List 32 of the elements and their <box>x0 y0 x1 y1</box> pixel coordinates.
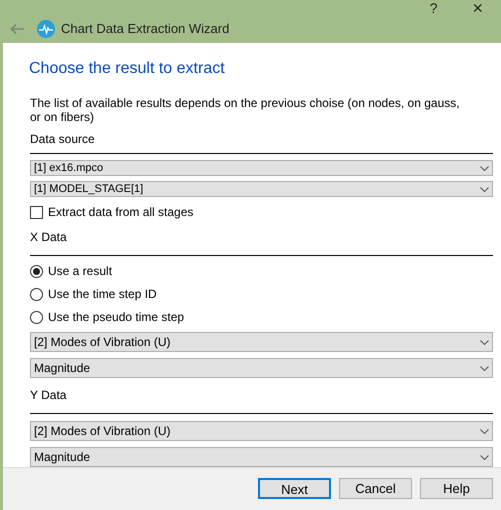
close-button[interactable]: × <box>472 0 483 16</box>
dropdown[interactable]: [1] MODEL_STAGE[1] <box>30 181 493 197</box>
dialog-button[interactable]: Cancel <box>339 478 412 498</box>
dropdown[interactable]: Magnitude <box>30 447 493 467</box>
radio-option[interactable]: Use the time step ID <box>30 285 493 303</box>
chevron-down-icon <box>480 454 489 460</box>
dropdown[interactable]: [1] ex16.mpco <box>30 160 493 176</box>
chevron-down-icon <box>480 428 489 434</box>
chevron-down-icon <box>480 166 489 170</box>
radio-option[interactable]: Use a result <box>30 262 493 280</box>
dropdown[interactable]: Magnitude <box>30 358 493 378</box>
waveform-icon <box>37 20 55 38</box>
radio-option[interactable]: Use the pseudo time step <box>30 308 493 326</box>
description-text: The list of available results depends on the previous choise (on nodes, on gauss, or on fibers) <box>30 96 461 124</box>
help-button[interactable]: ? <box>430 0 438 16</box>
chevron-down-icon <box>480 186 489 192</box>
checkbox-option[interactable]: Extract data from all stages <box>30 203 493 221</box>
chevron-down-icon <box>480 340 489 344</box>
dropdown[interactable]: [2] Modes of Vibration (U) <box>30 421 493 441</box>
page-heading: Choose the result to extract <box>29 59 226 79</box>
chevron-down-icon <box>480 366 489 370</box>
dialog-button[interactable]: Help <box>420 478 493 498</box>
section-label: Y Data <box>30 388 66 402</box>
radio-button[interactable] <box>30 310 43 324</box>
section-label: X Data <box>30 230 67 244</box>
section-label: Data source <box>30 131 96 148</box>
dialog-button[interactable]: Next <box>258 478 331 498</box>
radio-button[interactable] <box>30 264 43 278</box>
radio-button[interactable] <box>30 288 43 300</box>
window-title: Chart Data Extraction Wizard <box>61 20 230 38</box>
checkbox[interactable] <box>30 206 43 218</box>
dropdown[interactable]: [2] Modes of Vibration (U) <box>30 332 493 352</box>
